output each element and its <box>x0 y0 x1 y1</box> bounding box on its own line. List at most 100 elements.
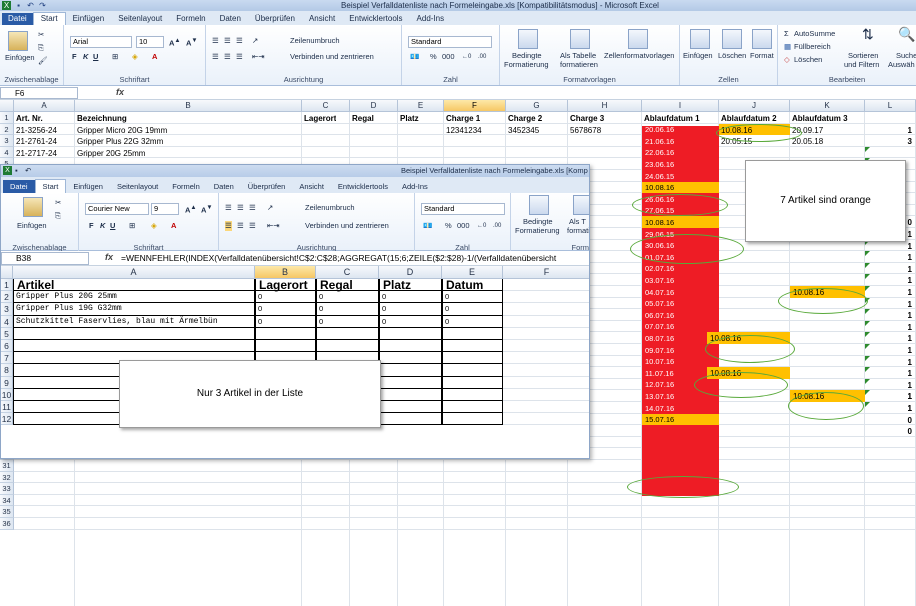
paste-icon[interactable] <box>8 31 28 51</box>
underline-icon[interactable]: U <box>93 52 98 62</box>
overlay-cond-format-line2[interactable]: Formatierung <box>515 226 560 236</box>
overlay-col-header-A[interactable]: A <box>13 266 255 279</box>
autosum-button[interactable]: AutoSumme <box>794 29 835 39</box>
col-header-E[interactable]: E <box>398 100 444 112</box>
conditional-format-icon[interactable] <box>518 29 538 49</box>
decimal-inc-icon[interactable]: ←0 <box>462 52 471 62</box>
clear-button[interactable]: Löschen <box>794 55 822 65</box>
tab-0[interactable]: Datei <box>2 13 33 25</box>
overlay-row-header-1[interactable]: 1 <box>1 279 13 292</box>
overlay-tab-8[interactable]: Entwicklertools <box>331 180 395 193</box>
col-header-G[interactable]: G <box>506 100 568 112</box>
cut-icon[interactable]: ✂ <box>38 30 44 40</box>
col-header-B[interactable]: B <box>75 100 302 112</box>
merge-center-button[interactable]: Verbinden und zentrieren <box>290 52 374 62</box>
save-icon[interactable]: ▪ <box>14 1 23 10</box>
undo-icon[interactable]: ↶ <box>26 1 35 10</box>
overlay-thousands-button[interactable]: 000 <box>457 221 470 231</box>
overlay-row-header-4[interactable]: 4 <box>1 315 13 328</box>
overlay-align-center-icon[interactable]: ☰ <box>237 221 244 231</box>
insert-cells-icon[interactable] <box>690 29 710 49</box>
overlay-col-header-E[interactable]: E <box>442 266 503 279</box>
number-format-combo[interactable]: Standard <box>408 36 492 48</box>
col-header-A[interactable]: A <box>14 100 75 112</box>
overlay-paste-icon[interactable] <box>23 197 43 217</box>
format-as-table-icon[interactable] <box>570 29 590 49</box>
overlay-tab-0[interactable]: Datei <box>3 180 35 193</box>
overlay-tab-5[interactable]: Daten <box>207 180 241 193</box>
bold-icon[interactable]: F <box>72 52 77 62</box>
overlay-align-bottom-icon[interactable]: ☰ <box>249 203 256 213</box>
col-header-L[interactable]: L <box>865 100 916 112</box>
overlay-percent-button[interactable]: % <box>445 221 452 231</box>
overlay-decimal-inc-icon[interactable]: ←0 <box>477 221 486 231</box>
row-header-35[interactable]: 35 <box>0 506 14 518</box>
col-header-H[interactable]: H <box>568 100 642 112</box>
row-header-4[interactable]: 4 <box>0 146 14 159</box>
delete-cells-icon[interactable] <box>722 29 742 49</box>
as-table-line2[interactable]: formatieren <box>560 60 598 70</box>
sort-filter-icon[interactable]: ⇅ <box>862 27 874 41</box>
indent-icon[interactable]: ⇤⇥ <box>252 52 265 62</box>
fill-icon[interactable]: ▦ <box>784 42 791 52</box>
font-name-combo[interactable]: Arial <box>70 36 132 48</box>
font-size-combo[interactable]: 10 <box>136 36 164 48</box>
overlay-align-right-icon[interactable]: ☰ <box>249 221 256 231</box>
overlay-as-table-line2[interactable]: formati <box>567 226 589 236</box>
overlay-bold-icon[interactable]: F <box>89 221 94 231</box>
col-header-K[interactable]: K <box>790 100 865 112</box>
decimal-dec-icon[interactable]: .00 <box>478 52 486 62</box>
row-header-2[interactable]: 2 <box>0 123 14 136</box>
thousands-button[interactable]: 000 <box>442 52 455 62</box>
fill-button[interactable]: Füllbereich <box>794 42 831 52</box>
overlay-merge-center-button[interactable]: Verbinden und zentrieren <box>305 221 389 231</box>
overlay-align-middle-icon[interactable]: ☰ <box>237 203 244 213</box>
percent-button[interactable]: % <box>430 52 437 62</box>
tab-1[interactable]: Start <box>32 12 66 25</box>
row-header-34[interactable]: 34 <box>0 494 14 507</box>
align-top-icon[interactable]: ☰ <box>212 36 219 46</box>
format-painter-icon[interactable]: 🖌 <box>38 56 48 66</box>
overlay-row-header-12[interactable]: 12 <box>1 413 13 426</box>
overlay-name-box[interactable]: B38 <box>1 252 89 265</box>
overlay-underline-icon[interactable]: U <box>110 221 115 231</box>
sort-line2[interactable]: und Filtern <box>844 60 879 70</box>
overlay-font-name-combo[interactable]: Courier New <box>85 203 149 215</box>
select-all-corner[interactable] <box>0 100 14 112</box>
insert-cells-button[interactable]: Einfügen <box>683 51 713 61</box>
overlay-border-icon[interactable]: ⊞ <box>129 221 135 231</box>
fill-color-icon[interactable]: ◈ <box>132 52 138 62</box>
overlay-fill-color-icon[interactable]: ◈ <box>151 221 157 231</box>
autosum-icon[interactable]: Σ <box>784 29 789 39</box>
overlay-undo-icon[interactable]: ↶ <box>25 165 31 177</box>
border-icon[interactable]: ⊞ <box>112 52 118 62</box>
overlay-align-top-icon[interactable]: ☰ <box>225 203 232 213</box>
align-middle-icon[interactable]: ☰ <box>224 36 231 46</box>
format-cells-button[interactable]: Format <box>750 51 774 61</box>
copy-icon[interactable]: ⎘ <box>38 43 44 53</box>
align-right-icon[interactable]: ☰ <box>236 52 243 62</box>
currency-icon[interactable]: 💶 <box>410 52 419 62</box>
overlay-row-header-2[interactable]: 2 <box>1 291 13 304</box>
overlay-tab-7[interactable]: Ansicht <box>292 180 331 193</box>
tab-8[interactable]: Entwicklertools <box>342 13 409 25</box>
overlay-orientation-icon[interactable]: ↗ <box>267 203 273 213</box>
row-header-33[interactable]: 33 <box>0 483 14 495</box>
find-select-icon[interactable]: 🔍 <box>898 27 915 41</box>
tab-7[interactable]: Ansicht <box>302 13 342 25</box>
overlay-align-left-icon[interactable]: ☰ <box>225 221 232 231</box>
overlay-save-icon[interactable]: ▪ <box>15 165 18 177</box>
redo-icon[interactable]: ↷ <box>38 1 47 10</box>
overlay-row-header-8[interactable]: 8 <box>1 364 13 377</box>
overlay-indent-icon[interactable]: ⇤⇥ <box>267 221 280 231</box>
tab-6[interactable]: Überprüfen <box>248 13 302 25</box>
overlay-font-size-combo[interactable]: 9 <box>151 203 179 215</box>
overlay-row-header-10[interactable]: 10 <box>1 388 13 401</box>
overlay-wrap-text-button[interactable]: Zeilenumbruch <box>305 203 355 213</box>
tab-3[interactable]: Seitenlayout <box>111 13 169 25</box>
grow-font-icon[interactable]: A▲ <box>169 36 181 49</box>
row-header-36[interactable]: 36 <box>0 518 14 530</box>
overlay-tab-4[interactable]: Formeln <box>165 180 207 193</box>
tab-2[interactable]: Einfügen <box>66 13 112 25</box>
overlay-row-header-5[interactable]: 5 <box>1 327 13 340</box>
